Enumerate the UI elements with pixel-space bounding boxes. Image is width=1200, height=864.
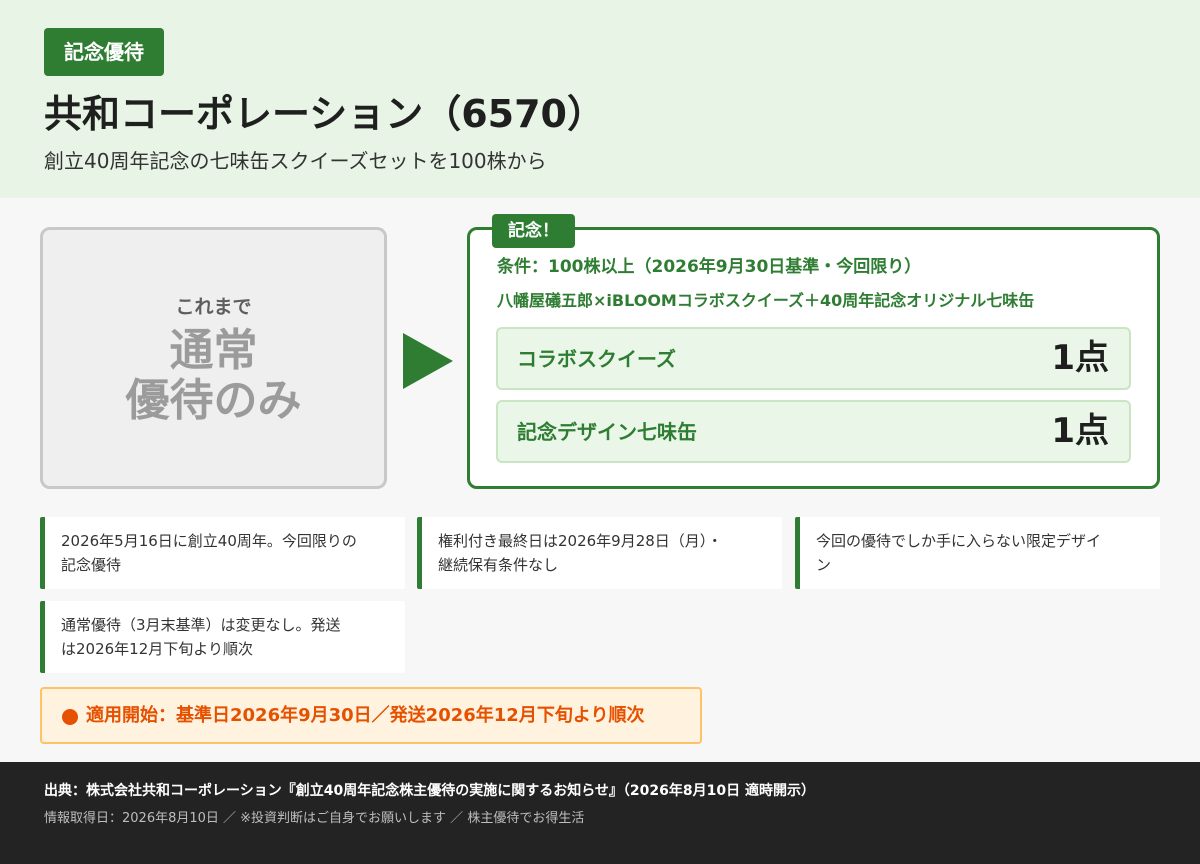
benefit-item-count: 1点: [1051, 411, 1109, 451]
before-main-text: 通常 優待のみ: [43, 326, 384, 426]
before-main-line2: 優待のみ: [125, 375, 302, 426]
benefit-item: コラボスクイーズ 1点: [496, 327, 1131, 390]
category-badge: 記念優待: [44, 28, 164, 76]
before-main-line1: 通常: [169, 325, 258, 376]
page-subtitle: 創立40周年記念の七味缶スクイーズセットを100株から: [44, 149, 547, 173]
arrow-right-icon: [403, 333, 453, 389]
note-card: 通常優待（3月末基準）は変更なし。発送 は2026年12月下旬より順次: [40, 601, 405, 673]
note-line: 通常優待（3月末基準）は変更なし。発送: [61, 616, 341, 634]
benefit-item-label: コラボスクイーズ: [517, 347, 676, 371]
page-title: 共和コーポレーション（6570）: [44, 92, 606, 136]
footer: 出典：株式会社共和コーポレーション『創立40周年記念株主優待の実施に関するお知ら…: [0, 762, 1200, 864]
note-line: 継続保有条件なし: [438, 556, 559, 574]
note-line: は2026年12月下旬より順次: [61, 640, 253, 658]
before-label: これまで: [175, 296, 252, 318]
meta-text: 情報取得日：2026年8月10日 ／ ※投資判断はご自身でお願いします ／ 株主…: [44, 811, 585, 826]
note-card: 権利付き最終日は2026年9月28日（月）・ 継続保有条件なし: [417, 517, 782, 589]
note-line: 権利付き最終日は2026年9月28日（月）・: [438, 532, 723, 550]
benefit-item-count: 1点: [1051, 338, 1109, 378]
note-line: 2026年5月16日に創立40周年。今回限りの: [61, 532, 357, 550]
benefit-description: 八幡屋礒五郎×iBLOOMコラボスクイーズ＋40周年記念オリジナル七味缶: [497, 291, 1035, 310]
benefit-item: 記念デザイン七味缶 1点: [496, 400, 1131, 463]
start-text: 適用開始：基準日2026年9月30日／発送2026年12月下旬より順次: [86, 705, 645, 726]
note-line: 記念優待: [61, 556, 122, 574]
header: 記念優待 共和コーポレーション（6570） 創立40周年記念の七味缶スクイーズセ…: [0, 0, 1200, 198]
note-line: 今回の優待でしか手に入らない限定デザイ: [816, 532, 1102, 550]
note-card: 今回の優待でしか手に入らない限定デザイ ン: [795, 517, 1160, 589]
note-card: 2026年5月16日に創立40周年。今回限りの 記念優待: [40, 517, 405, 589]
source-text: 出典：株式会社共和コーポレーション『創立40周年記念株主優待の実施に関するお知ら…: [44, 783, 815, 799]
condition-text: 条件：100株以上（2026年9月30日基準・今回限り）: [497, 257, 922, 277]
note-line: ン: [816, 556, 832, 574]
benefit-item-label: 記念デザイン七味缶: [517, 420, 697, 444]
bullet-dot-icon: [62, 709, 78, 725]
after-tag: 記念！: [492, 214, 575, 248]
start-banner: 適用開始：基準日2026年9月30日／発送2026年12月下旬より順次: [40, 687, 702, 744]
before-card: これまで 通常 優待のみ: [40, 227, 387, 489]
